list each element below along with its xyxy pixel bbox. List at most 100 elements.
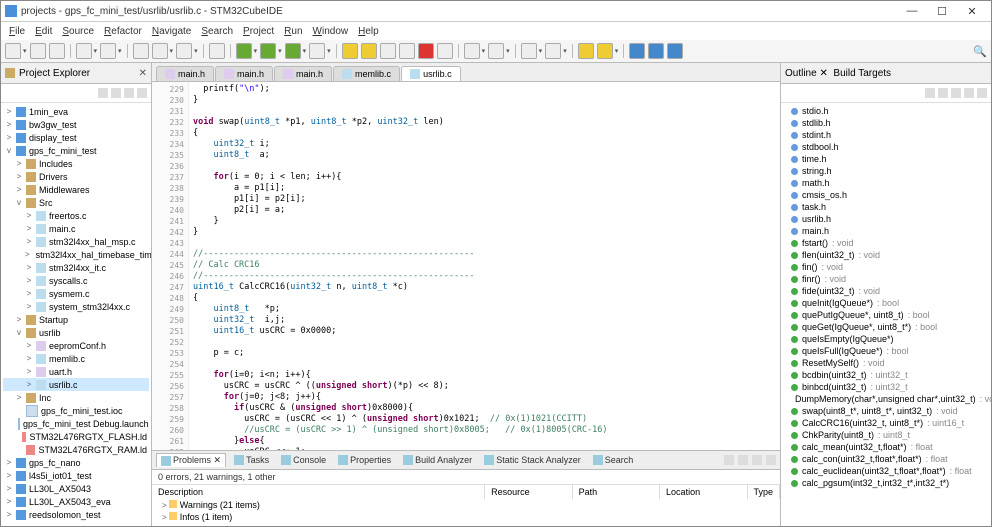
bottom-tab-console[interactable]: Console bbox=[277, 454, 330, 466]
tree-item[interactable]: >stm32l4xx_hal_msp.c bbox=[3, 235, 149, 248]
tree-item[interactable]: >gps_fc_nano bbox=[3, 456, 149, 469]
tree-item[interactable]: >system_stm32l4xx.c bbox=[3, 300, 149, 313]
outline-item[interactable]: stdlib.h bbox=[783, 117, 989, 129]
outline-tab[interactable]: Outline bbox=[785, 68, 817, 79]
outline-filter-icon[interactable] bbox=[951, 88, 961, 98]
tree-item[interactable]: >main.c bbox=[3, 222, 149, 235]
maximize-button[interactable]: ☐ bbox=[927, 5, 957, 18]
nav-icon[interactable] bbox=[521, 43, 537, 59]
outline-item[interactable]: stdbool.h bbox=[783, 141, 989, 153]
bottom-tab-build-analyzer[interactable]: Build Analyzer bbox=[399, 454, 476, 466]
bottom-tab-problems[interactable]: Problems ✕ bbox=[156, 453, 226, 467]
new-icon[interactable] bbox=[5, 43, 21, 59]
outline-item[interactable]: DumpMemory(char*,unsigned char*,uint32_t… bbox=[783, 393, 989, 405]
tree-item[interactable]: >Inc bbox=[3, 391, 149, 404]
outline-item[interactable]: flen(uint32_t) : void bbox=[783, 249, 989, 261]
tree-item[interactable]: gps_fc_mini_test.ioc bbox=[3, 404, 149, 417]
link-editor-icon[interactable] bbox=[111, 88, 121, 98]
tree-item[interactable]: >memlib.c bbox=[3, 352, 149, 365]
outline-item[interactable]: fide(uint32_t) : void bbox=[783, 285, 989, 297]
wrench-icon[interactable] bbox=[209, 43, 225, 59]
problems-col[interactable]: Type bbox=[748, 485, 781, 499]
save-all-icon[interactable] bbox=[49, 43, 65, 59]
outline-item[interactable]: swap(uint8_t*, uint8_t*, uint32_t) : voi… bbox=[783, 405, 989, 417]
view-menu-icon[interactable] bbox=[137, 88, 147, 98]
menu-edit[interactable]: Edit bbox=[31, 25, 56, 38]
build-targets-tab[interactable]: Build Targets bbox=[833, 68, 891, 79]
problems-col[interactable]: Description bbox=[152, 485, 485, 499]
tree-item[interactable]: >LL30L_AX5043 bbox=[3, 482, 149, 495]
explorer-close-icon[interactable]: ✕ bbox=[139, 68, 147, 79]
tree-item[interactable]: >l4s5i_iot01_test bbox=[3, 469, 149, 482]
step2-icon[interactable] bbox=[361, 43, 377, 59]
tree-item[interactable]: >display_test bbox=[3, 131, 149, 144]
grid-icon[interactable] bbox=[437, 43, 453, 59]
bottom-tab-properties[interactable]: Properties bbox=[334, 454, 395, 466]
folder-icon[interactable] bbox=[152, 43, 168, 59]
doc-icon[interactable] bbox=[133, 43, 149, 59]
bookmark-icon[interactable] bbox=[399, 43, 415, 59]
outline-item[interactable]: time.h bbox=[783, 153, 989, 165]
outline-item[interactable]: calc_con(uint32_t,float*,float*) : float bbox=[783, 453, 989, 465]
collapse-all-icon[interactable] bbox=[98, 88, 108, 98]
search-icon[interactable] bbox=[464, 43, 480, 59]
menu-navigate[interactable]: Navigate bbox=[148, 25, 195, 38]
outline-item[interactable]: queIsFull(IgQueue*) : bool bbox=[783, 345, 989, 357]
persp2-icon[interactable] bbox=[648, 43, 664, 59]
menu-file[interactable]: File bbox=[5, 25, 29, 38]
run-icon[interactable] bbox=[236, 43, 252, 59]
outline-item[interactable]: math.h bbox=[783, 177, 989, 189]
code-editor[interactable]: printf("\n"); } void swap(uint8_t *p1, u… bbox=[189, 82, 780, 450]
outline-item[interactable]: CalcCRC16(uint32_t, uint8_t*) : uint16_t bbox=[783, 417, 989, 429]
step-icon[interactable] bbox=[342, 43, 358, 59]
quick-access-icon[interactable]: 🔍 bbox=[973, 45, 987, 58]
outline-item[interactable]: queInit(IgQueue*) : bool bbox=[783, 297, 989, 309]
tree-item[interactable]: >eepromConf.h bbox=[3, 339, 149, 352]
menu-run[interactable]: Run bbox=[280, 25, 306, 38]
back-icon[interactable] bbox=[578, 43, 594, 59]
outline-item[interactable]: calc_mean(uint32_t,float*) : float bbox=[783, 441, 989, 453]
tree-item[interactable]: >uart.h bbox=[3, 365, 149, 378]
persp3-icon[interactable] bbox=[667, 43, 683, 59]
search2-icon[interactable] bbox=[488, 43, 504, 59]
persp1-icon[interactable] bbox=[629, 43, 645, 59]
outline-menu-icon[interactable] bbox=[977, 88, 987, 98]
tree-item[interactable]: >Drivers bbox=[3, 170, 149, 183]
menu-window[interactable]: Window bbox=[309, 25, 353, 38]
tree-item[interactable]: STM32L476RGTX_RAM.ld bbox=[3, 443, 149, 456]
editor-tab[interactable]: main.h bbox=[215, 66, 273, 81]
outline-item[interactable]: usrlib.h bbox=[783, 213, 989, 225]
filter-icon[interactable] bbox=[124, 88, 134, 98]
tree-item[interactable]: vgps_fc_mini_test bbox=[3, 144, 149, 157]
min-icon[interactable] bbox=[752, 455, 762, 465]
outline-item[interactable]: calc_euclidean(uint32_t,float*,float*) :… bbox=[783, 465, 989, 477]
menu-help[interactable]: Help bbox=[354, 25, 383, 38]
minimize-button[interactable]: — bbox=[897, 5, 927, 17]
outline-item[interactable]: task.h bbox=[783, 201, 989, 213]
menu-search[interactable]: Search bbox=[197, 25, 237, 38]
tree-item[interactable]: >bw3gw_test bbox=[3, 118, 149, 131]
run-last-icon[interactable] bbox=[285, 43, 301, 59]
tree-item[interactable]: >usrlib.c bbox=[3, 378, 149, 391]
menu-project[interactable]: Project bbox=[239, 25, 278, 38]
build-hammer-icon[interactable] bbox=[76, 43, 92, 59]
outline-sort-icon[interactable] bbox=[925, 88, 935, 98]
editor-tab[interactable]: memlib.c bbox=[333, 66, 400, 81]
tree-item[interactable]: STM32L476RGTX_FLASH.ld bbox=[3, 430, 149, 443]
toggle-icon[interactable] bbox=[176, 43, 192, 59]
tree-item[interactable]: >stm32l4xx_it.c bbox=[3, 261, 149, 274]
tree-item[interactable]: >Startup bbox=[3, 313, 149, 326]
outline-item[interactable]: calc_pgsum(int32_t,int32_t*,int32_t*) bbox=[783, 477, 989, 489]
problems-row[interactable]: > Warnings (21 items) bbox=[152, 499, 780, 511]
outline-item[interactable]: cmsis_os.h bbox=[783, 189, 989, 201]
problems-row[interactable]: > Infos (1 item) bbox=[152, 511, 780, 523]
tree-item[interactable]: vusrlib bbox=[3, 326, 149, 339]
bottom-tab-tasks[interactable]: Tasks bbox=[230, 454, 273, 466]
ext-tools-icon[interactable] bbox=[309, 43, 325, 59]
outline-item[interactable]: string.h bbox=[783, 165, 989, 177]
debug-icon[interactable] bbox=[260, 43, 276, 59]
bottom-tab-search[interactable]: Search bbox=[589, 454, 638, 466]
target-icon[interactable] bbox=[380, 43, 396, 59]
outline-item[interactable]: stdio.h bbox=[783, 105, 989, 117]
outline-item[interactable]: fstart() : void bbox=[783, 237, 989, 249]
